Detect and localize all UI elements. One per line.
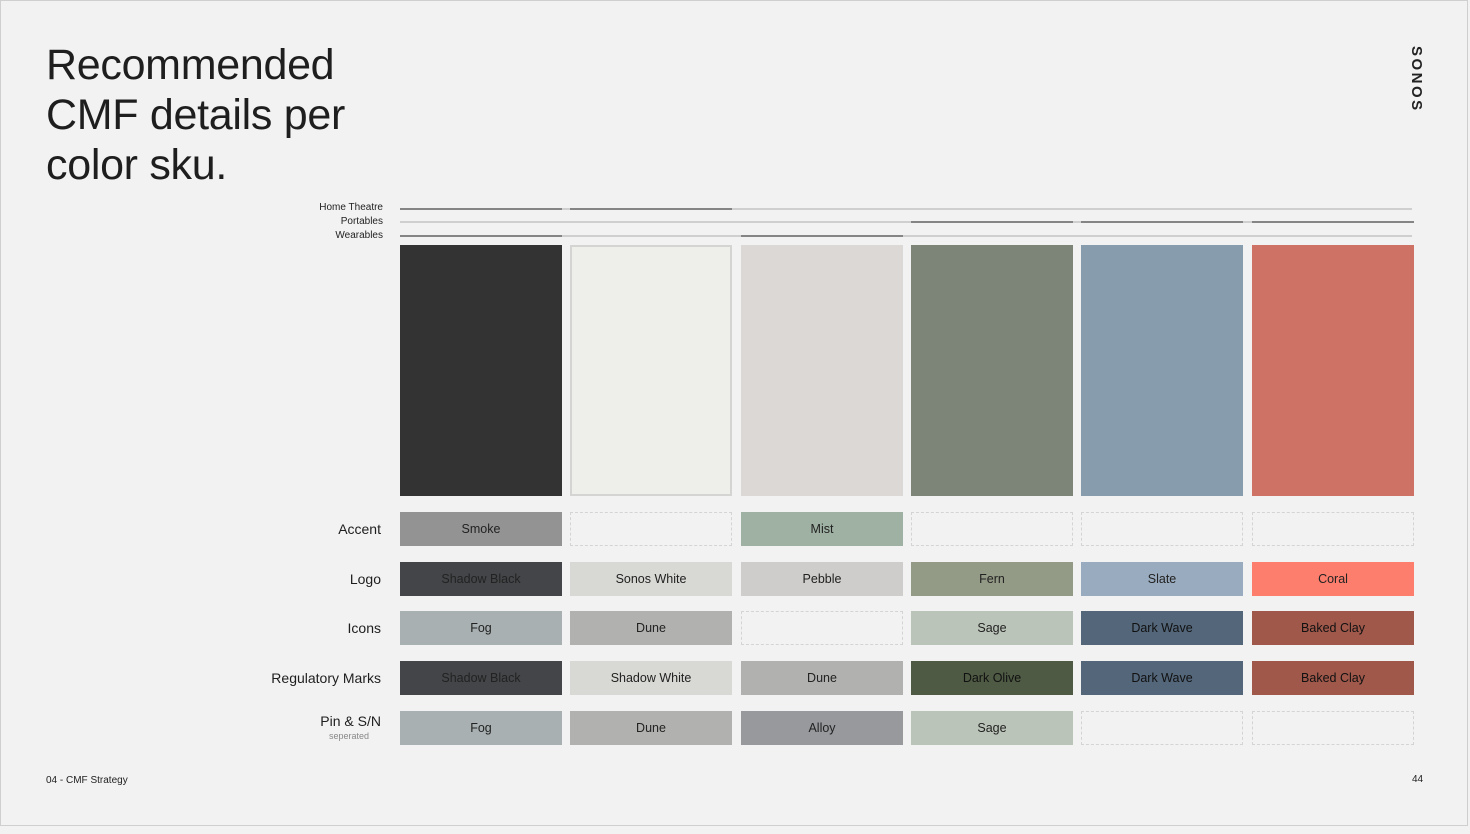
empty-chip (1252, 711, 1414, 745)
color-chip: Dune (741, 661, 903, 695)
color-chip: Alloy (741, 711, 903, 745)
row-sublabel: seperated (328, 731, 369, 741)
color-chip: Baked Clay (1252, 611, 1414, 645)
color-chip: Dune (570, 611, 732, 645)
category-track (400, 208, 1412, 210)
empty-chip (570, 512, 732, 546)
color-chip: Coral (1252, 562, 1414, 596)
title-line: CMF details per (46, 91, 345, 139)
color-chip: Shadow Black (400, 562, 562, 596)
row-label: Logo (349, 571, 381, 587)
color-chip: Fog (400, 611, 562, 645)
category-segment (911, 221, 1073, 223)
row-label: Regulatory Marks (271, 670, 381, 686)
color-swatch (911, 245, 1073, 496)
color-swatch (741, 245, 903, 496)
color-chip: Pebble (741, 562, 903, 596)
row-label: Pin & S/N (320, 713, 381, 729)
empty-chip (1252, 512, 1414, 546)
category-label: Home Theatre (319, 202, 383, 213)
row-label: Icons (347, 620, 381, 636)
category-track (400, 235, 1412, 237)
color-chip: Slate (1081, 562, 1243, 596)
color-chip: Shadow Black (400, 661, 562, 695)
page-title: Recommended CMF details per color sku. (46, 40, 345, 190)
color-chip: Mist (741, 512, 903, 546)
row-label: Accent (338, 521, 381, 537)
category-segment (1081, 221, 1243, 223)
empty-chip (1081, 512, 1243, 546)
color-chip: Smoke (400, 512, 562, 546)
category-label: Portables (340, 216, 383, 227)
color-chip: Sage (911, 611, 1073, 645)
color-chip: Dune (570, 711, 732, 745)
color-swatch (1252, 245, 1414, 496)
color-chip: Dark Wave (1081, 661, 1243, 695)
color-chip: Sonos White (570, 562, 732, 596)
category-label: Wearables (335, 230, 383, 241)
page-number: 44 (1412, 774, 1424, 785)
title-line: color sku. (46, 141, 228, 189)
category-segment (570, 208, 732, 210)
color-chip: Fern (911, 562, 1073, 596)
title-line: Recommended (46, 41, 335, 89)
category-track (400, 221, 1414, 223)
color-chip: Sage (911, 711, 1073, 745)
category-segment (400, 208, 562, 210)
category-segment (1252, 221, 1414, 223)
empty-chip (741, 611, 903, 645)
color-swatch (1081, 245, 1243, 496)
color-chip: Baked Clay (1252, 661, 1414, 695)
color-chip: Fog (400, 711, 562, 745)
brand-logo: SONOS (1408, 46, 1425, 113)
color-swatch (570, 245, 732, 496)
empty-chip (1081, 711, 1243, 745)
color-chip: Dark Olive (911, 661, 1073, 695)
category-segment (400, 235, 562, 237)
footer-section: 04 - CMF Strategy (46, 775, 128, 786)
color-chip: Shadow White (570, 661, 732, 695)
category-segment (741, 235, 903, 237)
color-swatch (400, 245, 562, 496)
empty-chip (911, 512, 1073, 546)
color-chip: Dark Wave (1081, 611, 1243, 645)
